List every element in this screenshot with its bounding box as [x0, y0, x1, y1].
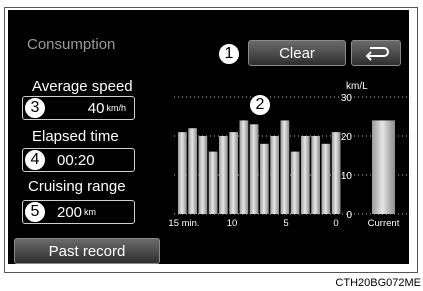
- y-tick-label: 0: [346, 210, 352, 221]
- history-bar: [249, 124, 259, 214]
- figure-caption: CTH20BG072ME: [335, 277, 421, 289]
- history-bar: [219, 136, 228, 214]
- consumption-chart: 0 10 20 30km/L 15 min. 10 5 0 Current: [168, 81, 412, 229]
- x-tick-label: 15 min.: [168, 218, 199, 229]
- history-bar: [208, 151, 218, 214]
- x-tick-label: 5: [283, 218, 288, 229]
- history-bar: [239, 120, 249, 214]
- callout-3: 3: [24, 97, 46, 119]
- y-tick-label: 20: [341, 132, 353, 143]
- history-bar: [311, 136, 320, 214]
- current-bar: [372, 120, 395, 214]
- history-bar: [280, 120, 290, 214]
- y-axis-unit: km/L: [346, 81, 368, 92]
- y-tick-label: 10: [341, 171, 353, 182]
- history-bar: [198, 136, 208, 214]
- callout-4: 4: [24, 149, 46, 171]
- callout-2: 2: [249, 94, 271, 116]
- history-bar: [321, 143, 331, 214]
- history-bar: [178, 132, 187, 214]
- x-tick-label: 10: [227, 218, 238, 229]
- x-tick-label: 0: [333, 218, 338, 229]
- history-bar: [229, 132, 238, 214]
- history-bar: [290, 151, 300, 214]
- y-tick-label: 30: [341, 93, 353, 104]
- history-bar: [188, 128, 197, 214]
- callout-5: 5: [24, 201, 46, 223]
- history-bar: [301, 136, 310, 214]
- current-label: Current: [368, 218, 400, 229]
- history-bar: [331, 132, 341, 214]
- callout-1: 1: [218, 43, 240, 65]
- history-bar: [270, 136, 279, 214]
- history-bar: [260, 143, 269, 214]
